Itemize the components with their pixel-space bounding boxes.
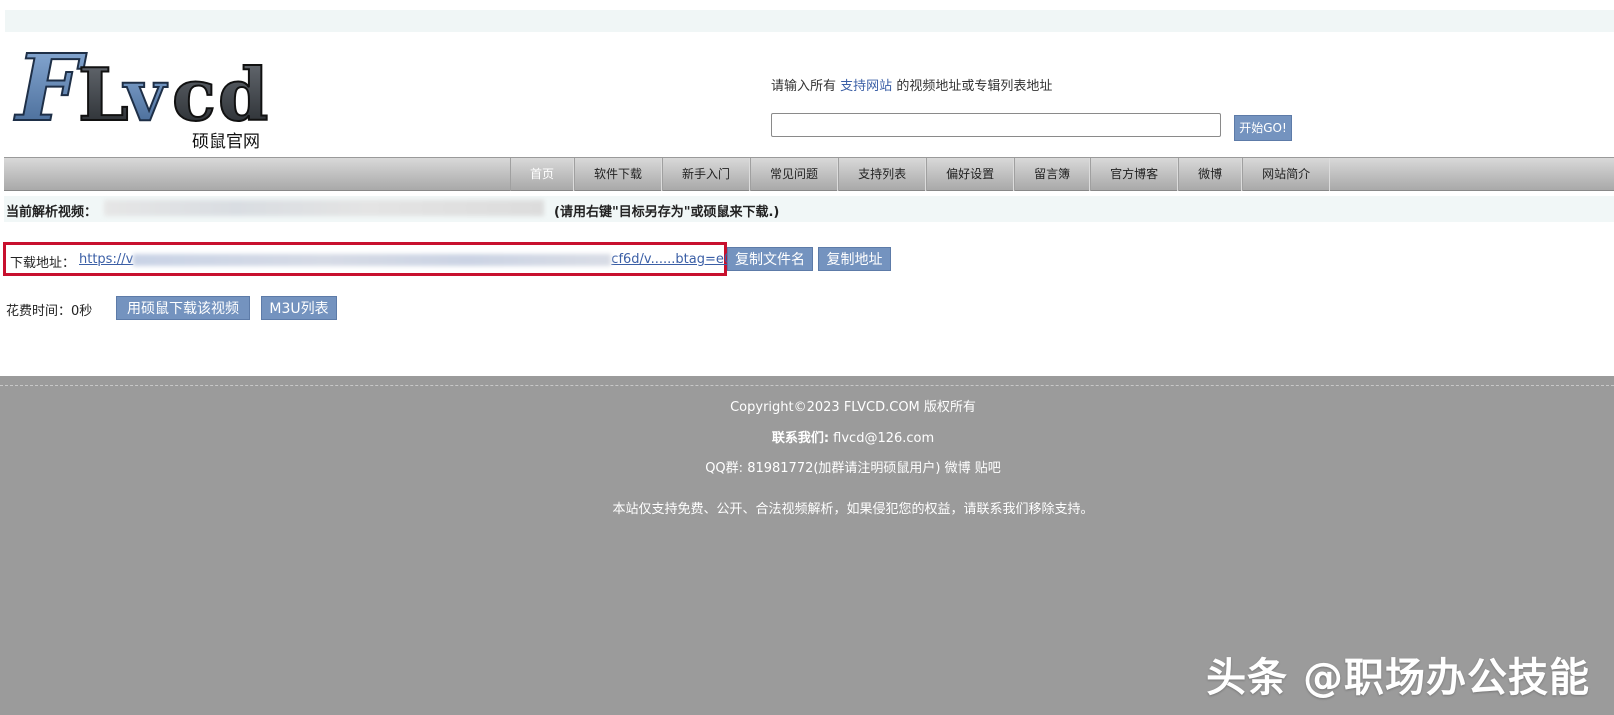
nav-item-guestbook[interactable]: 留言簿 (1014, 158, 1091, 191)
footer-tieba-link[interactable]: 贴吧 (975, 461, 1001, 476)
top-strip (5, 10, 1614, 32)
download-url-link[interactable]: https://v cf6d/v......btag=e00028000 (79, 252, 790, 267)
toutiao-watermark: 头条 @职场办公技能 (1206, 655, 1590, 701)
copy-address-button[interactable]: 复制地址 (818, 247, 891, 271)
search-hint-suffix: 的视频地址或专辑列表地址 (896, 79, 1053, 94)
footer-qq-label: QQ群: (705, 461, 744, 476)
logo-subtitle: 硕鼠官网 (192, 132, 260, 152)
download-url-start: https://v (79, 252, 134, 267)
elapsed-time: 花费时间：0秒 (6, 304, 93, 319)
nav-item-support-list[interactable]: 支持列表 (838, 158, 927, 191)
footer-copyright: Copyright©2023 FLVCD.COM 版权所有 (730, 400, 976, 415)
footer-contact: 联系我们: flvcd@126.com (0, 427, 1614, 446)
flvcd-logo-graphic: F L v c d (12, 33, 269, 143)
nav-item-home[interactable]: 首页 (510, 158, 575, 191)
svg-text:L: L (78, 52, 129, 134)
download-url-redacted (133, 253, 612, 266)
current-video-bar: 当前解析视频： (请用右键"目标另存为"或硕鼠来下载.) (4, 196, 1614, 222)
svg-text:c: c (172, 52, 216, 134)
main-nav: 首页 软件下载 新手入门 常见问题 支持列表 偏好设置 留言簿 官方博客 微博 … (4, 157, 1614, 191)
supported-sites-link[interactable]: 支持网站 (840, 79, 892, 94)
footer-notice: 本站仅支持免费、公开、合法视频解析，如果侵犯您的权益，请联系我们移除支持。 (612, 502, 1094, 517)
nav-item-beginner[interactable]: 新手入门 (662, 158, 751, 191)
footer-contact-email[interactable]: flvcd@126.com (833, 431, 934, 446)
nav-item-software-download[interactable]: 软件下载 (574, 158, 663, 191)
copy-filename-button[interactable]: 复制文件名 (727, 247, 813, 271)
m3u-list-button[interactable]: M3U列表 (261, 296, 337, 320)
nav-items: 首页 软件下载 新手入门 常见问题 支持列表 偏好设置 留言簿 官方博客 微博 … (510, 158, 1331, 191)
search-hint-prefix: 请输入所有 (771, 79, 837, 94)
video-url-input[interactable] (771, 113, 1221, 137)
footer-qq-text: 81981772(加群请注明硕鼠用户) (747, 461, 941, 476)
svg-text:v: v (122, 52, 168, 134)
footer-qq: QQ群: 81981772(加群请注明硕鼠用户) 微博 贴吧 (0, 457, 1614, 476)
nav-item-preferences[interactable]: 偏好设置 (926, 158, 1015, 191)
go-button[interactable]: 开始GO! (1234, 115, 1292, 141)
download-address-label: 下载地址： (10, 256, 76, 271)
svg-text:F: F (13, 34, 87, 134)
current-video-title-redacted (104, 200, 544, 216)
footer-weibo-link[interactable]: 微博 (945, 461, 971, 476)
svg-text:d: d (218, 52, 268, 134)
search-hint: 请输入所有 支持网站 的视频地址或专辑列表地址 (771, 75, 1052, 94)
nav-item-about[interactable]: 网站简介 (1242, 158, 1331, 191)
nav-item-faq[interactable]: 常见问题 (750, 158, 839, 191)
nav-item-weibo[interactable]: 微博 (1178, 158, 1243, 191)
footer-divider (0, 385, 1614, 386)
save-as-note: (请用右键"目标另存为"或硕鼠来下载.) (554, 205, 780, 220)
download-address-highlight: 下载地址： https://v cf6d/v......btag=e0002800… (3, 242, 790, 276)
footer-contact-label: 联系我们: (771, 431, 830, 446)
download-with-flvcd-button[interactable]: 用硕鼠下载该视频 (116, 296, 250, 320)
nav-item-official-blog[interactable]: 官方博客 (1090, 158, 1179, 191)
current-video-label: 当前解析视频： (6, 205, 98, 220)
